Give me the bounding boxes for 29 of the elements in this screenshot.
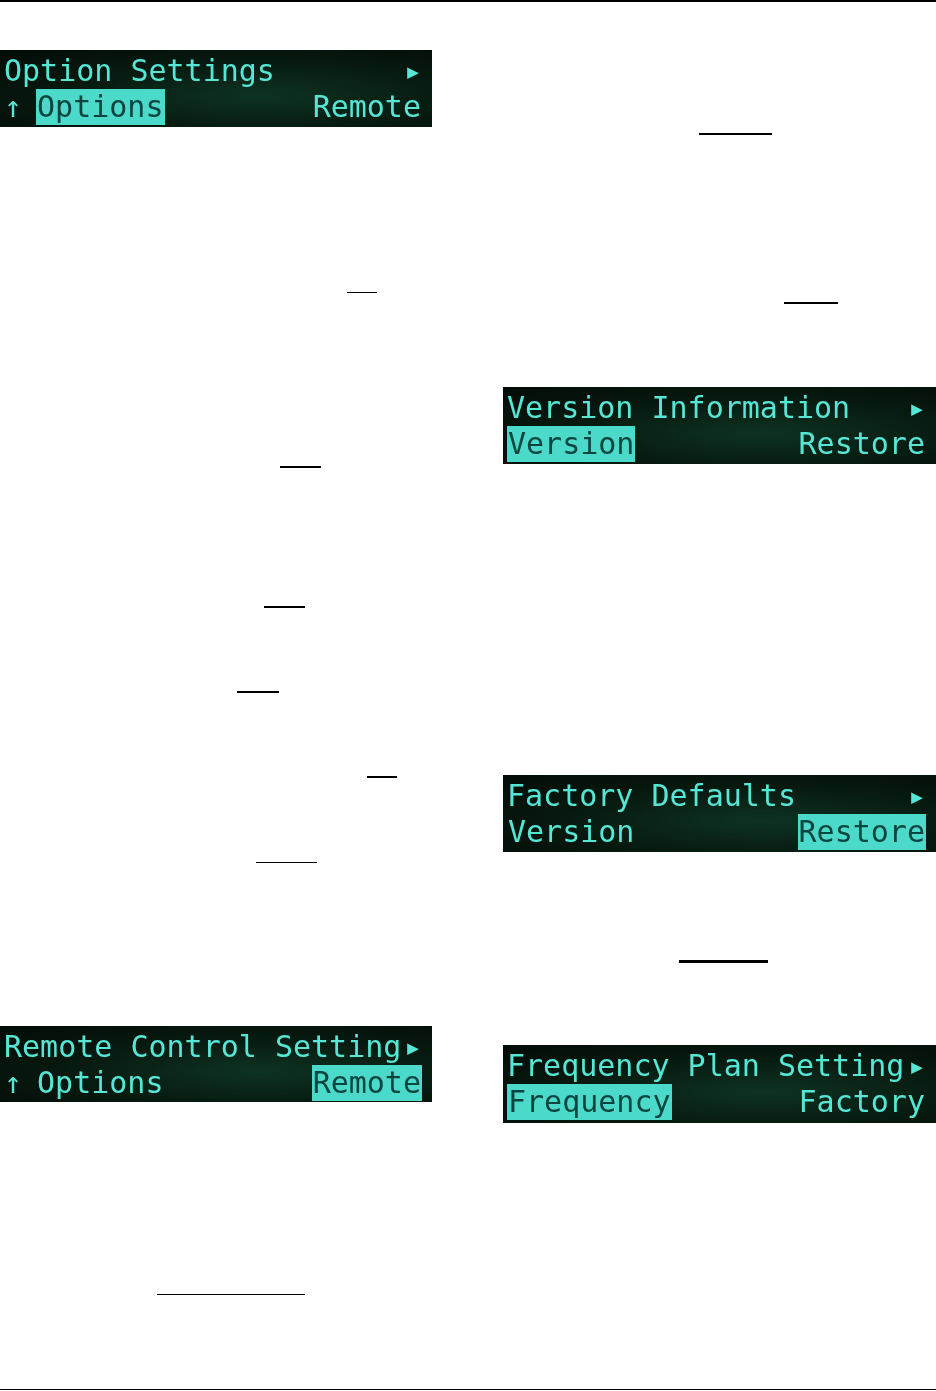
- more-arrow: ▸: [403, 53, 422, 89]
- more-arrow: ▸: [907, 1048, 926, 1084]
- display-title: Factory Defaults: [507, 778, 796, 814]
- underline: [347, 292, 377, 293]
- underline: [280, 466, 321, 468]
- more-arrow: ▸: [907, 390, 926, 426]
- more-arrow: ▸: [907, 778, 926, 814]
- underline: [237, 691, 279, 693]
- menu-option: Restore: [797, 814, 926, 850]
- more-arrow: ▸: [403, 1029, 422, 1065]
- up-arrow: ↑: [4, 89, 23, 125]
- display-title: Option Settings: [4, 53, 275, 89]
- menu-option: Frequency: [507, 1084, 672, 1120]
- underline: [784, 302, 838, 304]
- display-title: Frequency Plan Setting: [507, 1048, 905, 1084]
- menu-option: Options: [36, 1065, 165, 1101]
- menu-option: Restore: [797, 426, 926, 462]
- menu-option: Remote: [311, 89, 422, 125]
- display-title: Version Information: [507, 390, 851, 426]
- up-arrow: ↑: [4, 1065, 23, 1101]
- menu-option: Options: [36, 89, 165, 125]
- menu-option: Remote: [311, 1065, 422, 1101]
- menu-option: Version: [507, 814, 636, 850]
- menu-option: Version: [507, 426, 636, 462]
- underline: [256, 862, 317, 863]
- menu-option: Factory: [797, 1084, 926, 1120]
- underline: [264, 606, 305, 608]
- underline: [367, 776, 397, 778]
- display-title: Remote Control Setting: [4, 1029, 402, 1065]
